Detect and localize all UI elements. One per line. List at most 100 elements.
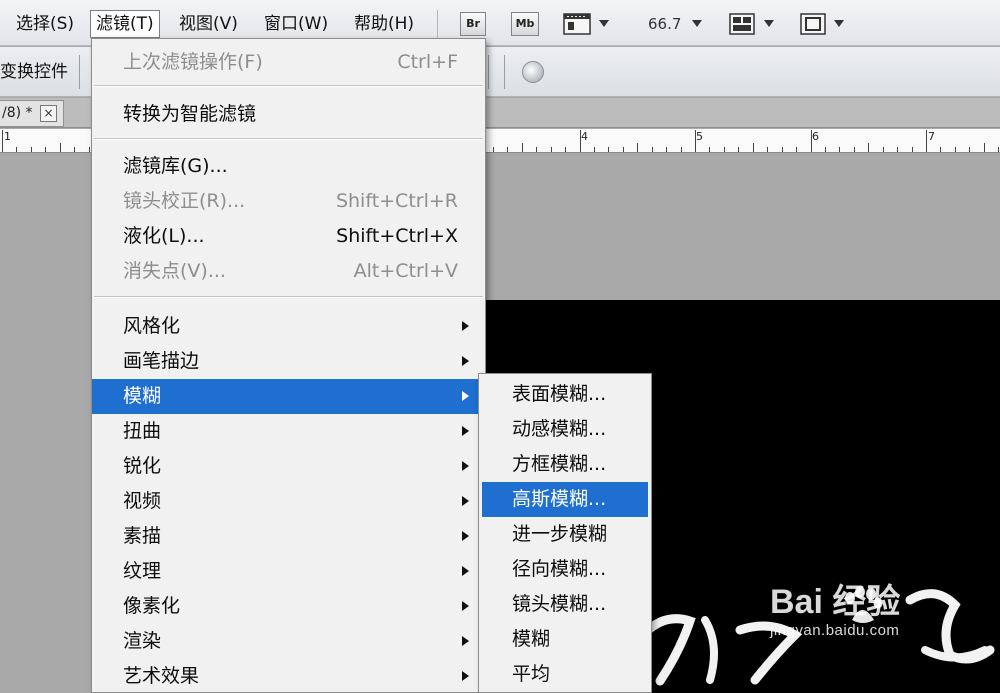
arrange-chevron-down-icon[interactable] bbox=[764, 20, 774, 27]
menu-item-lens-correction[interactable]: 镜头校正(R)... Shift+Ctrl+R bbox=[92, 184, 485, 219]
submenu-item-blur-more[interactable]: 进一步模糊 bbox=[479, 517, 651, 552]
submenu-item-label: 进一步模糊 bbox=[512, 523, 608, 545]
submenu-item-label: 表面模糊... bbox=[512, 383, 607, 405]
menu-item-last-filter[interactable]: 上次滤镜操作(F) Ctrl+F bbox=[92, 45, 485, 80]
ruler-tick bbox=[579, 130, 581, 152]
bridge-icon[interactable]: Br bbox=[460, 12, 486, 36]
menu-help[interactable]: 帮助(H) bbox=[348, 10, 420, 38]
ruler-tick bbox=[839, 147, 841, 152]
ruler-tick bbox=[969, 147, 971, 152]
submenu-arrow-icon bbox=[462, 321, 469, 331]
ruler-tick bbox=[74, 147, 76, 152]
menu-item-pixelate[interactable]: 像素化 bbox=[92, 589, 485, 624]
watermark-url: jingyan.baidu.com bbox=[770, 622, 900, 639]
menu-filter[interactable]: 滤镜(T) bbox=[90, 10, 160, 38]
submenu-arrow-icon bbox=[462, 671, 469, 681]
menu-item-artistic[interactable]: 艺术效果 bbox=[92, 659, 485, 692]
ruler-tick bbox=[507, 147, 509, 152]
menu-separator bbox=[94, 85, 483, 87]
menu-item-label: 纹理 bbox=[123, 560, 162, 582]
ruler-tick bbox=[622, 147, 624, 152]
menu-item-stylize[interactable]: 风格化 bbox=[92, 309, 485, 344]
ruler-tick bbox=[752, 143, 754, 152]
menu-item-vanishing-point[interactable]: 消失点(V)... Alt+Ctrl+V bbox=[92, 254, 485, 289]
menu-item-liquify[interactable]: 液化(L)... Shift+Ctrl+X bbox=[92, 219, 485, 254]
submenu-item-blur[interactable]: 模糊 bbox=[479, 622, 651, 657]
submenu-item-label: 动感模糊... bbox=[512, 418, 607, 440]
ruler-tick bbox=[911, 147, 913, 152]
ruler-tick bbox=[16, 147, 18, 152]
submenu-arrow-icon bbox=[462, 461, 469, 471]
menu-item-brush-strokes[interactable]: 画笔描边 bbox=[92, 344, 485, 379]
screen-mode-chevron-down-icon[interactable] bbox=[834, 20, 844, 27]
submenu-item-lens-blur[interactable]: 镜头模糊... bbox=[479, 587, 651, 622]
submenu-item-average[interactable]: 平均 bbox=[479, 657, 651, 692]
ruler-label: 5 bbox=[696, 130, 703, 143]
menubar-divider bbox=[437, 10, 438, 38]
zoom-level[interactable]: 66.7 bbox=[648, 10, 681, 38]
submenu-item-motion-blur[interactable]: 动感模糊... bbox=[479, 412, 651, 447]
submenu-item-label: 模糊 bbox=[512, 628, 551, 650]
menu-item-sketch[interactable]: 素描 bbox=[92, 519, 485, 554]
submenu-item-label: 平均 bbox=[512, 663, 551, 685]
ruler-tick bbox=[59, 143, 61, 152]
submenu-item-radial-blur[interactable]: 径向模糊... bbox=[479, 552, 651, 587]
ruler-tick bbox=[853, 147, 855, 152]
document-tab[interactable]: /8) * × bbox=[0, 100, 64, 127]
menu-item-label: 镜头校正(R)... bbox=[123, 190, 246, 212]
ruler-tick bbox=[30, 147, 32, 152]
distribute-icon[interactable] bbox=[522, 61, 544, 83]
ruler-tick bbox=[954, 147, 956, 152]
submenu-item-surface-blur[interactable]: 表面模糊... bbox=[479, 377, 651, 412]
transform-controls-label[interactable]: 变换控件 bbox=[0, 59, 68, 85]
blur-submenu: 表面模糊... 动感模糊... 方框模糊... 高斯模糊... 进一步模糊 径向… bbox=[478, 373, 652, 693]
ruler-label: 1 bbox=[4, 130, 11, 143]
menu-item-blur[interactable]: 模糊 bbox=[92, 379, 485, 414]
chevron-down-icon[interactable] bbox=[599, 20, 609, 27]
screen-mode-icon[interactable] bbox=[800, 12, 826, 36]
ruler-tick bbox=[926, 130, 927, 152]
menu-item-convert-smart-filters[interactable]: 转换为智能滤镜 bbox=[92, 97, 485, 132]
submenu-arrow-icon bbox=[462, 566, 469, 576]
menu-select[interactable]: 选择(S) bbox=[10, 10, 80, 38]
ruler-tick bbox=[521, 143, 523, 152]
menu-view[interactable]: 视图(V) bbox=[173, 10, 244, 38]
menu-item-sharpen[interactable]: 锐化 bbox=[92, 449, 485, 484]
menu-separator bbox=[94, 138, 483, 140]
ruler-tick bbox=[88, 147, 90, 152]
ruler-tick bbox=[767, 147, 769, 152]
menu-window[interactable]: 窗口(W) bbox=[258, 10, 334, 38]
menu-item-texture[interactable]: 纹理 bbox=[92, 554, 485, 589]
menu-item-label: 锐化 bbox=[123, 455, 162, 477]
ruler-tick bbox=[940, 147, 942, 152]
ruler-tick bbox=[2, 130, 3, 152]
menu-item-label: 滤镜库(G)... bbox=[123, 155, 228, 177]
ruler-tick bbox=[723, 147, 725, 152]
view-extras-icon[interactable] bbox=[563, 12, 591, 36]
menu-item-label: 渲染 bbox=[123, 630, 162, 652]
menu-item-label: 上次滤镜操作(F) bbox=[123, 51, 263, 73]
ruler-tick bbox=[983, 143, 985, 152]
options-divider bbox=[488, 55, 489, 89]
menu-item-label: 模糊 bbox=[123, 385, 162, 407]
menu-item-label: 视频 bbox=[123, 490, 162, 512]
submenu-item-label: 镜头模糊... bbox=[512, 593, 607, 615]
watermark-logo: Bai 经验 bbox=[770, 583, 901, 621]
ruler-label: 7 bbox=[928, 130, 935, 143]
ruler-tick bbox=[882, 147, 884, 152]
submenu-item-gaussian-blur[interactable]: 高斯模糊... bbox=[482, 482, 648, 517]
mini-bridge-icon[interactable]: Mb bbox=[511, 12, 539, 36]
submenu-item-box-blur[interactable]: 方框模糊... bbox=[479, 447, 651, 482]
zoom-chevron-down-icon[interactable] bbox=[692, 20, 702, 27]
ruler-tick bbox=[651, 147, 653, 152]
menu-item-distort[interactable]: 扭曲 bbox=[92, 414, 485, 449]
menu-item-video[interactable]: 视频 bbox=[92, 484, 485, 519]
ruler-tick bbox=[680, 147, 682, 152]
menu-item-shortcut: Shift+Ctrl+R bbox=[335, 190, 458, 212]
menu-item-render[interactable]: 渲染 bbox=[92, 624, 485, 659]
ruler-tick bbox=[536, 147, 538, 152]
ruler-tick bbox=[796, 147, 798, 152]
close-icon[interactable]: × bbox=[40, 105, 57, 122]
arrange-documents-icon[interactable] bbox=[729, 12, 755, 36]
menu-item-filter-gallery[interactable]: 滤镜库(G)... bbox=[92, 149, 485, 184]
